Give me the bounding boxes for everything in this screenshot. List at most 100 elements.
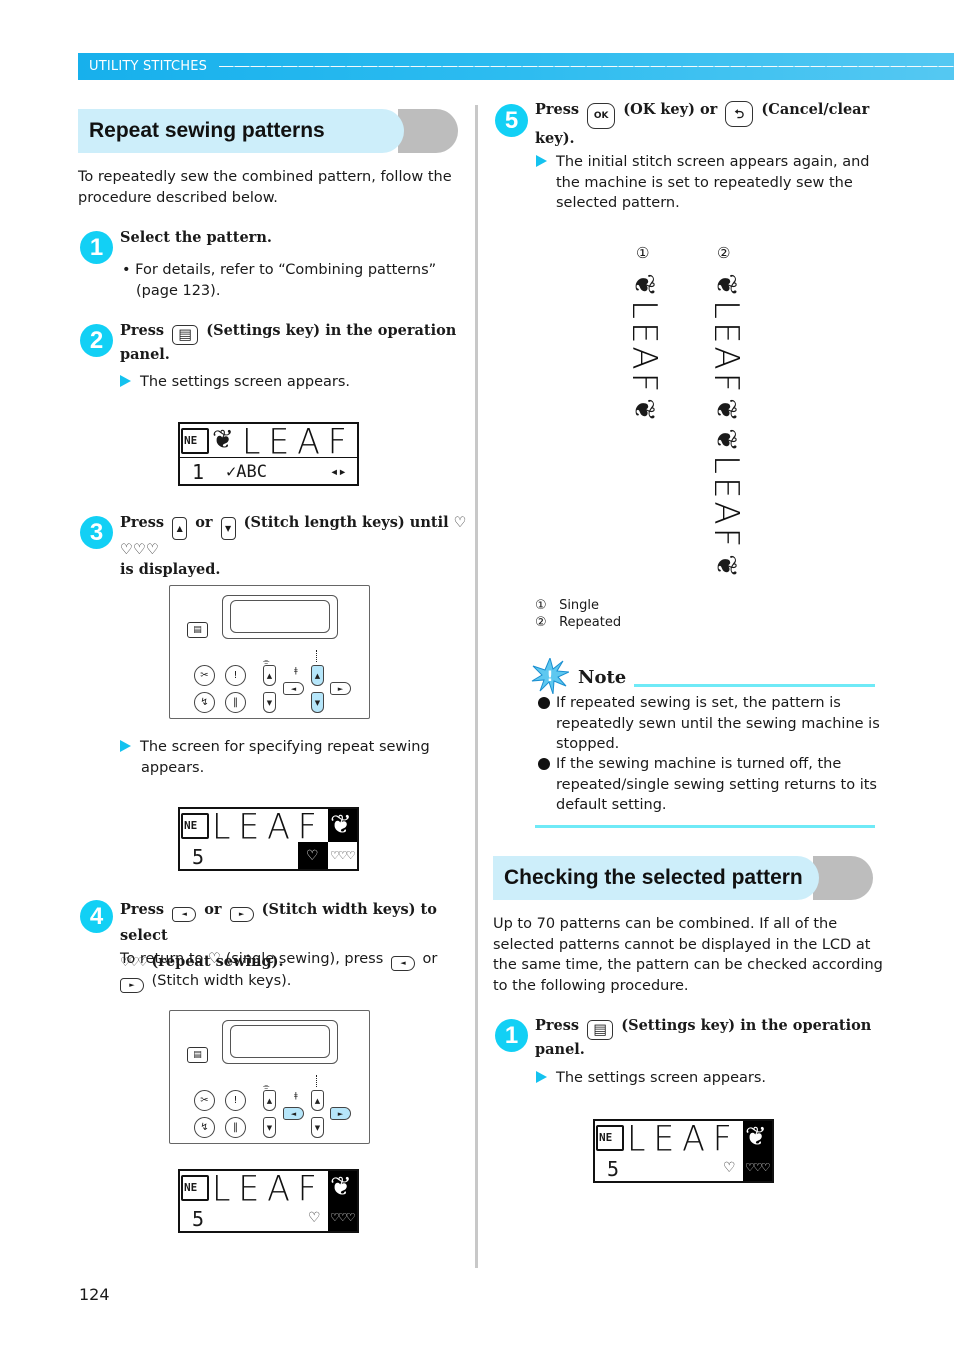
lcd-repeat-selected: NE LEAF ❦ 5 ♡ ♡♡♡: [178, 1169, 359, 1233]
length-down-key-highlighted-icon: ▼: [311, 692, 324, 713]
lcd-word: LEAF: [212, 1169, 325, 1209]
single-heart-icon: ♡: [723, 1160, 736, 1176]
settings-key-icon: ▤: [172, 325, 199, 346]
header-rule: [219, 66, 954, 67]
note-rule-bottom: [535, 825, 875, 828]
step-b1-title: Press ▤ (Settings key) in the operation …: [535, 1017, 872, 1059]
lcd-number: 5: [192, 1207, 205, 1231]
operation-panel-1: ▤ ✂ ! ↯ ‖ ⌯ ▲ ▼ ǂ ◄ ▲ ▼ ►: [169, 585, 370, 719]
ne-icon: NE: [181, 428, 209, 454]
needle-position-button-icon: !: [225, 1090, 246, 1111]
section-title-text: Checking the selected pattern: [504, 866, 803, 889]
section-title-text: Repeat sewing patterns: [89, 119, 325, 142]
leaf-icon: ❦: [330, 810, 352, 840]
leaf-icon: ❦: [710, 428, 743, 452]
intro-text-2: Up to 70 patterns can be combined. If al…: [493, 916, 883, 994]
marker-2: ②: [717, 244, 731, 262]
up-key-icon: ▲: [263, 1090, 276, 1111]
lcd-abc: ✓ABC: [226, 462, 267, 482]
thread-cutter-button-icon: ✂: [194, 1090, 215, 1111]
single-heart-icon: ♡: [207, 951, 221, 967]
down-key-icon: ▼: [263, 1117, 276, 1138]
note-item-2: If the sewing machine is turned off, the…: [556, 756, 877, 813]
step-b1-result: The settings screen appears.: [536, 1068, 766, 1089]
step-number-b1: 1: [495, 1019, 528, 1052]
step-1-bullet: • For details, refer to “Combining patte…: [122, 262, 437, 299]
result-arrow-icon: [120, 375, 131, 387]
repeat-hearts-icon: ♡♡♡: [745, 1161, 771, 1174]
note-bullet: [538, 758, 550, 770]
lcd-number: 5: [607, 1157, 620, 1181]
stitch-width-left-key-icon: ◄: [390, 955, 415, 971]
lcd-repeat-screen: NE LEAF ❦ 5 ♡ ♡♡♡: [178, 807, 359, 871]
cancel-key-icon: ⮌: [725, 101, 754, 128]
repeated-word-1: LEAF: [706, 300, 746, 396]
step-number-2: 2: [80, 324, 113, 357]
leaf-icon: ❦: [745, 1122, 767, 1152]
down-key-icon: ▼: [263, 692, 276, 713]
stitch-length-up-key-icon: ▲: [172, 516, 188, 540]
length-up-key-highlighted-icon: ▲: [311, 665, 324, 686]
note-title: Note: [578, 667, 627, 688]
lcd-word: LEAF: [627, 1119, 740, 1159]
note-rule-top: [634, 684, 875, 687]
thread-cutter-button-icon: ✂: [194, 665, 215, 686]
svg-text:!: !: [547, 669, 553, 685]
width-right-key-highlighted-icon: ►: [330, 1107, 351, 1120]
stitch-length-down-key-icon: ▼: [220, 516, 236, 540]
single-heart-icon: ♡: [308, 1210, 321, 1226]
step-2-title: Press ▤ (Settings key) in the operation …: [120, 322, 457, 364]
leaf-icon: ❦: [212, 425, 234, 455]
reinforce-button-icon: ‖: [225, 1117, 246, 1138]
lcd-settings-screen: NE ❦ LEAF 1 ✓ABC ◂▸: [178, 422, 359, 486]
needle-position-button-icon: !: [225, 665, 246, 686]
stitch-width-right-key-icon: ►: [120, 977, 144, 993]
leaf-icon: ❦: [628, 398, 661, 422]
step-4-body: To return to ♡ (single sewing), press ◄ …: [120, 949, 470, 993]
leaf-icon: ❦: [330, 1172, 352, 1202]
single-word: LEAF: [624, 300, 664, 396]
note-bullet: [538, 697, 550, 709]
width-right-key-icon: ►: [330, 682, 351, 695]
reverse-button-icon: ↯: [194, 692, 215, 713]
lcd-word: LEAF: [212, 807, 325, 847]
legend-item-repeated: ② Repeated: [535, 615, 622, 630]
leaf-icon: ❦: [710, 273, 743, 297]
intro-text: To repeatedly sew the combined pattern, …: [78, 169, 452, 206]
ne-icon: NE: [181, 813, 209, 839]
lcd-number: 5: [192, 845, 205, 869]
marker-1: ①: [636, 244, 650, 262]
result-arrow-icon: [536, 155, 547, 167]
width-left-key-highlighted-icon: ◄: [283, 1107, 304, 1120]
result-arrow-icon: [536, 1071, 547, 1083]
length-down-key-icon: ▼: [311, 1117, 324, 1138]
repeated-pattern-illustration: ❦ LEAF ❦ ❦ LEAF ❦: [706, 270, 746, 581]
single-heart-icon: ♡: [306, 848, 319, 864]
reverse-button-icon: ↯: [194, 1117, 215, 1138]
single-pattern-illustration: ❦ LEAF ❦: [624, 270, 664, 425]
section-label: UTILITY STITCHES: [89, 59, 208, 74]
step-5-title: Press OK (OK key) or ⮌ (Cancel/clear key…: [535, 101, 870, 148]
step-number-5: 5: [495, 104, 528, 137]
note-burst-icon: !: [531, 656, 571, 695]
stitch-width-left-key-icon: ◄: [172, 906, 197, 922]
step-5-result: The initial stitch screen appears again,…: [536, 152, 870, 214]
up-key-icon: ▲: [263, 665, 276, 686]
step-1-title: Select the pattern.: [120, 229, 272, 246]
step-3-result: The screen for specifying repeat sewing …: [120, 737, 430, 778]
repeated-word-2: LEAF: [706, 455, 746, 551]
section-title-repeat: Repeat sewing patterns: [78, 109, 458, 153]
width-left-key-icon: ◄: [283, 682, 304, 695]
length-up-key-icon: ▲: [311, 1090, 324, 1111]
step-3-title: Press ▲ or ▼ (Stitch length keys) until …: [120, 514, 467, 579]
column-divider: [475, 105, 478, 1268]
legend-item-single: ① Single: [535, 598, 600, 613]
ne-icon: NE: [181, 1175, 209, 1201]
ok-key-icon: OK: [587, 103, 616, 130]
lcd-settings-screen-2: NE LEAF ❦ 5 ♡ ♡♡♡: [593, 1119, 774, 1183]
section-title-checking: Checking the selected pattern: [493, 856, 873, 900]
operation-panel-2: ▤ ✂ ! ↯ ‖ ⌯ ▲ ▼ ǂ ◄ ▲ ▼ ►: [169, 1010, 370, 1144]
settings-key-icon: ▤: [587, 1020, 614, 1041]
step-number-3: 3: [80, 516, 113, 549]
note-item-1: If repeated sewing is set, the pattern i…: [556, 695, 880, 752]
